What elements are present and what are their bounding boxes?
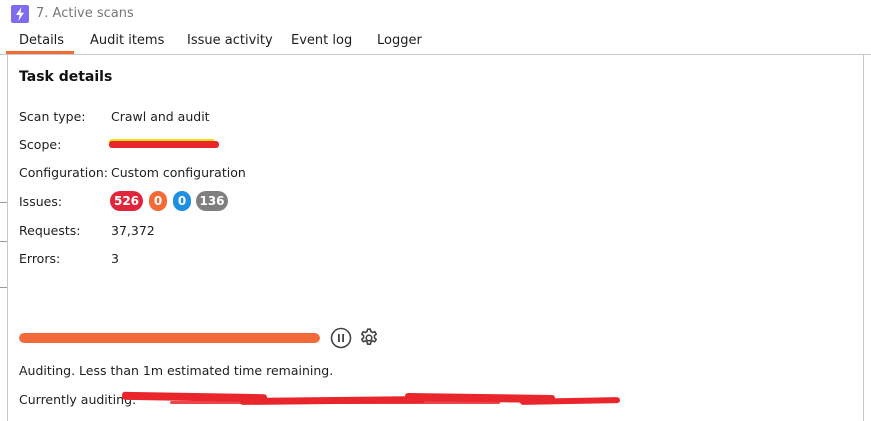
tab-event-log[interactable]: Event log: [291, 33, 352, 48]
window-title: 7. Active scans: [36, 6, 134, 21]
pause-icon: [330, 327, 352, 349]
issues-high-badge[interactable]: 526: [110, 191, 143, 211]
errors-label: Errors:: [19, 251, 61, 266]
tab-issue-activity[interactable]: Issue activity: [187, 33, 273, 48]
requests-label: Requests:: [19, 223, 81, 238]
issues-info-badge[interactable]: 136: [196, 191, 228, 211]
pause-button[interactable]: [330, 327, 352, 349]
configuration-label: Configuration:: [19, 165, 108, 180]
scan-settings-button[interactable]: [358, 327, 380, 349]
gear-icon: [361, 328, 377, 345]
scan-status-message: Auditing. Less than 1m estimated time re…: [19, 363, 334, 378]
active-scans-window: 7. Active scans Details Audit items Issu…: [0, 0, 871, 421]
issues-low-badge[interactable]: 0: [173, 191, 191, 211]
tab-details[interactable]: Details: [19, 33, 64, 48]
tab-bar: Details Audit items Issue activity Event…: [0, 29, 871, 54]
divider: [0, 287, 7, 288]
issues-label: Issues:: [19, 194, 63, 209]
errors-value: 3: [111, 251, 119, 266]
scan-type-label: Scan type:: [19, 109, 86, 124]
section-title: Task details: [19, 69, 113, 85]
title-bar: 7. Active scans: [0, 0, 871, 29]
scan-type-value: Crawl and audit: [111, 109, 210, 124]
scan-progress-fill: [19, 333, 320, 343]
divider: [0, 202, 7, 203]
requests-value: 37,372: [111, 223, 155, 238]
scope-label: Scope:: [19, 137, 62, 152]
burp-lightning-icon: [11, 5, 29, 23]
issues-medium-badge[interactable]: 0: [149, 191, 167, 211]
divider: [0, 241, 7, 242]
scan-progress-bar: [19, 333, 320, 343]
tab-logger[interactable]: Logger: [377, 33, 422, 48]
configuration-value: Custom configuration: [111, 165, 246, 180]
currently-auditing-label: Currently auditing:: [19, 392, 137, 407]
tab-audit-items[interactable]: Audit items: [90, 33, 164, 48]
